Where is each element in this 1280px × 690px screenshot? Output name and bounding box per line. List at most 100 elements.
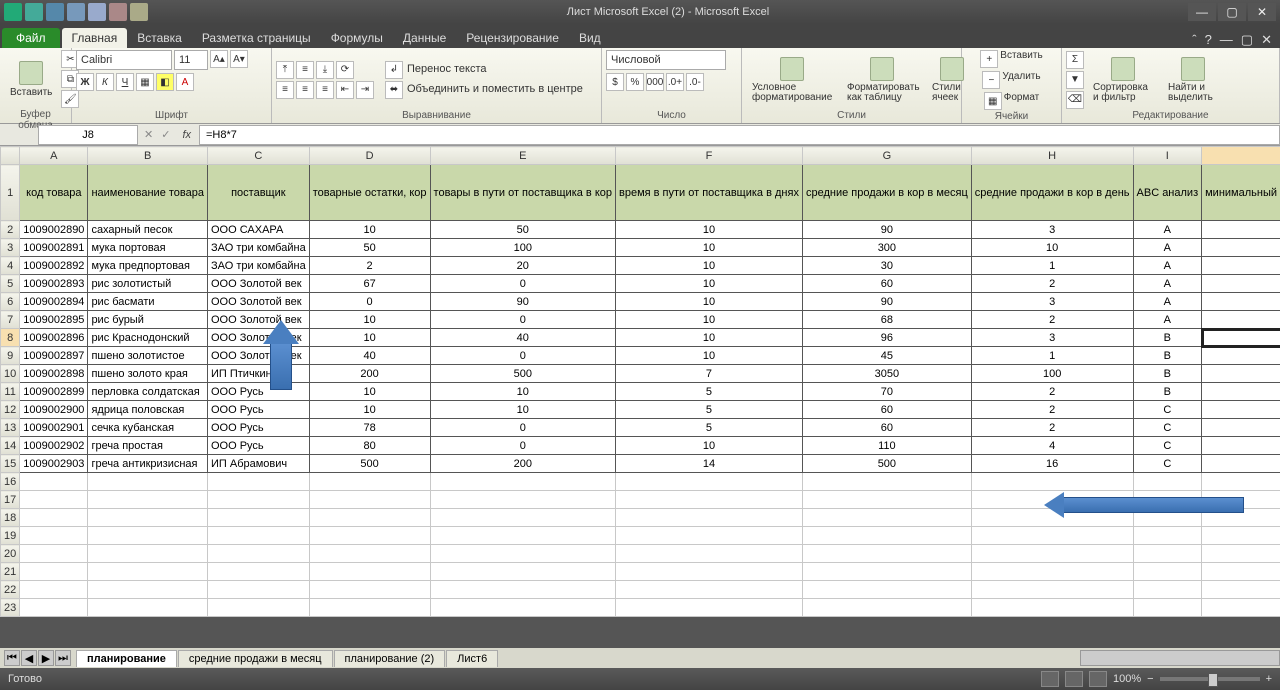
zoom-slider[interactable] [1160, 677, 1260, 681]
cell[interactable] [430, 527, 615, 545]
row-header[interactable]: 18 [1, 509, 20, 527]
cell[interactable]: ООО Русь [207, 383, 309, 401]
cell[interactable] [971, 473, 1133, 491]
table-header-cell[interactable]: наименование товара [88, 165, 208, 221]
cell[interactable]: ядрица половская [88, 401, 208, 419]
cell[interactable]: 10 [1202, 347, 1280, 365]
indent-inc-icon[interactable]: ⇥ [356, 81, 374, 99]
font-color-icon[interactable]: A [176, 73, 194, 91]
cell[interactable]: C [1133, 455, 1202, 473]
col-header[interactable]: D [309, 147, 430, 165]
cell[interactable]: 14 [1202, 257, 1280, 275]
cell[interactable]: ООО Золотой век [207, 293, 309, 311]
cell[interactable] [802, 581, 971, 599]
cell[interactable]: ООО Золотой чек [207, 347, 309, 365]
cell[interactable] [430, 563, 615, 581]
cell[interactable] [971, 509, 1133, 527]
cell[interactable]: ЗАО три комбайна [207, 257, 309, 275]
cell[interactable] [1202, 509, 1280, 527]
cell[interactable] [971, 563, 1133, 581]
align-top-icon[interactable]: ⤒ [276, 61, 294, 79]
dec-decimal-icon[interactable]: .0- [686, 73, 704, 91]
cell[interactable] [802, 509, 971, 527]
cell[interactable]: ЗАО три комбайна [207, 239, 309, 257]
tab-first-icon[interactable]: ⏮ [4, 650, 20, 666]
cell[interactable]: 10 [309, 329, 430, 347]
cell[interactable] [1202, 473, 1280, 491]
col-header[interactable]: H [971, 147, 1133, 165]
cell[interactable]: 3 [971, 329, 1133, 347]
cell[interactable]: ООО Русь [207, 401, 309, 419]
cell[interactable]: 2 [309, 257, 430, 275]
cell[interactable]: 700 [1202, 365, 1280, 383]
ribbon-tab-1[interactable]: Вставка [127, 28, 192, 48]
minimize-ribbon-icon[interactable]: ˆ [1192, 32, 1196, 48]
cell[interactable]: 10 [616, 347, 803, 365]
formula-input[interactable]: =H8*7 [199, 125, 1280, 145]
row-header[interactable]: 12 [1, 401, 20, 419]
cell[interactable] [1133, 581, 1202, 599]
tab-next-icon[interactable]: ▶ [38, 650, 54, 666]
ribbon-tab-2[interactable]: Разметка страницы [192, 28, 321, 48]
cell[interactable] [88, 599, 208, 617]
cell[interactable]: 10 [309, 311, 430, 329]
cell[interactable] [88, 581, 208, 599]
row-header[interactable]: 20 [1, 545, 20, 563]
cell[interactable]: 138 [1202, 239, 1280, 257]
redo-icon[interactable] [67, 3, 85, 21]
fx-icon[interactable]: fx [174, 129, 199, 141]
cell[interactable]: 90 [802, 293, 971, 311]
cell[interactable] [207, 563, 309, 581]
table-header-cell[interactable]: минимальный страховой запас в кор [1202, 165, 1280, 221]
cell[interactable] [430, 509, 615, 527]
cell[interactable]: 1 [971, 257, 1133, 275]
window-restore-icon[interactable]: ▢ [1241, 32, 1253, 48]
ribbon-tab-6[interactable]: Вид [569, 28, 611, 48]
sheet-tab[interactable]: Лист6 [446, 650, 498, 667]
help-icon[interactable]: ? [1205, 32, 1212, 48]
cell[interactable]: 3 [971, 293, 1133, 311]
cell[interactable]: 110 [802, 437, 971, 455]
cell[interactable]: 30 [802, 257, 971, 275]
cell[interactable]: 2 [971, 275, 1133, 293]
ribbon-tab-0[interactable]: Главная [62, 28, 128, 48]
row-header[interactable]: 7 [1, 311, 20, 329]
cell[interactable] [207, 581, 309, 599]
cell[interactable] [20, 509, 88, 527]
delete-button[interactable]: −Удалить [982, 71, 1040, 89]
cell[interactable] [1202, 581, 1280, 599]
row-header[interactable]: 3 [1, 239, 20, 257]
cell[interactable]: перловка солдатская [88, 383, 208, 401]
cell[interactable]: ИП Абрамович [207, 455, 309, 473]
cell[interactable]: 10 [309, 221, 430, 239]
table-header-cell[interactable]: средние продажи в кор в день [971, 165, 1133, 221]
cell[interactable] [1133, 491, 1202, 509]
cell[interactable] [309, 599, 430, 617]
cell[interactable]: 80 [309, 437, 430, 455]
paste-button[interactable]: Вставить [4, 59, 58, 100]
cell[interactable]: ИП Птичкин [207, 365, 309, 383]
cell[interactable]: 60 [802, 419, 971, 437]
cell[interactable]: 11 [1202, 383, 1280, 401]
cell[interactable]: 1009002902 [20, 437, 88, 455]
cell[interactable] [430, 491, 615, 509]
cell[interactable] [20, 599, 88, 617]
currency-icon[interactable]: $ [606, 73, 624, 91]
cell[interactable] [616, 599, 803, 617]
cell[interactable]: 1009002903 [20, 455, 88, 473]
cell[interactable] [309, 581, 430, 599]
cell[interactable]: A [1133, 311, 1202, 329]
cell[interactable]: 2 [971, 419, 1133, 437]
minimize-button[interactable]: — [1188, 3, 1216, 21]
zoom-in-icon[interactable]: + [1266, 673, 1272, 685]
align-center-icon[interactable]: ≡ [296, 81, 314, 99]
inc-decimal-icon[interactable]: .0+ [666, 73, 684, 91]
cell[interactable]: 40 [309, 347, 430, 365]
file-tab[interactable]: Файл [2, 28, 60, 48]
cell[interactable]: пшено золото края [88, 365, 208, 383]
cell[interactable] [1202, 491, 1280, 509]
cell[interactable]: 60 [802, 401, 971, 419]
cell[interactable] [20, 545, 88, 563]
cell[interactable] [309, 473, 430, 491]
row-header[interactable]: 22 [1, 581, 20, 599]
